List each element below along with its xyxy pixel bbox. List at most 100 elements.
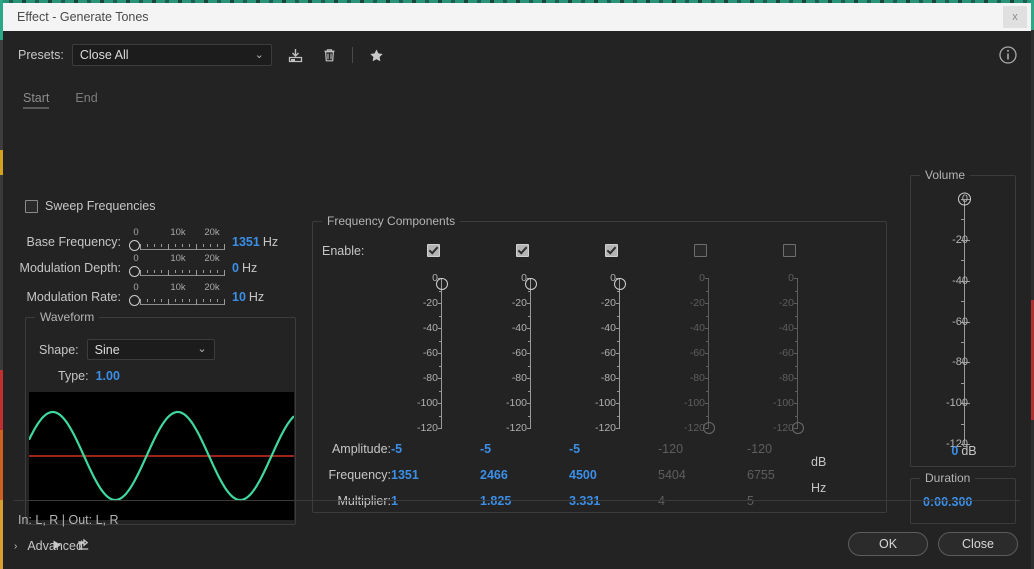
volume-value[interactable]: 0 bbox=[951, 444, 958, 458]
slider-tick-label: 0 bbox=[133, 282, 139, 293]
play-icon[interactable] bbox=[44, 535, 70, 555]
value-row-label: Frequency: bbox=[328, 468, 391, 482]
transport-controls bbox=[44, 535, 96, 555]
value-cell-amplitude[interactable]: -5 bbox=[480, 442, 491, 456]
close-button[interactable]: Close bbox=[938, 532, 1018, 556]
slider-tick-label: -60 bbox=[422, 347, 438, 359]
info-icon[interactable] bbox=[998, 45, 1018, 65]
frequency-component-amplitude-slider[interactable]: 0 -20 -40 -60 -80 -100 -120 bbox=[747, 270, 833, 434]
slider-minor-tick bbox=[706, 390, 709, 392]
slider-minor-tick bbox=[528, 340, 531, 342]
slider-tick bbox=[527, 428, 531, 429]
slider-value-number[interactable]: 1351 bbox=[232, 235, 260, 249]
save-preset-icon[interactable] bbox=[286, 45, 306, 65]
duration-group: Duration 0:00.300 bbox=[910, 471, 1016, 524]
value-cell-frequency[interactable]: 2466 bbox=[480, 468, 508, 482]
ok-button[interactable]: OK bbox=[848, 532, 928, 556]
slider-value-number[interactable]: 0 bbox=[232, 261, 239, 275]
slider-tick-label: -60 bbox=[600, 347, 616, 359]
slider-track[interactable]: 0 10k 20k bbox=[128, 227, 225, 253]
delete-preset-icon[interactable] bbox=[320, 45, 340, 65]
volume-group-title: Volume bbox=[920, 168, 971, 182]
frequency-component-enable-checkbox[interactable] bbox=[516, 244, 529, 257]
enable-label: Enable: bbox=[322, 244, 365, 258]
favorite-star-icon[interactable] bbox=[367, 45, 387, 65]
value-cell-multiplier[interactable]: 1.825 bbox=[480, 494, 511, 508]
slider-tick bbox=[705, 378, 709, 379]
slider-handle[interactable] bbox=[129, 295, 140, 306]
value-cell-frequency[interactable]: 5404 bbox=[658, 468, 686, 482]
slider-track[interactable]: 0 10k 20k bbox=[128, 282, 225, 308]
slider-tick-label: -20 bbox=[689, 297, 705, 309]
slider-tick-label: -40 bbox=[600, 322, 616, 334]
shape-dropdown[interactable]: Sine ⌄ bbox=[86, 339, 215, 360]
frequency-component-amplitude-slider[interactable]: 0 -20 -40 -60 -80 -100 -120 bbox=[391, 270, 477, 434]
slider-tick-label: -100 bbox=[505, 397, 527, 409]
slider-handle[interactable] bbox=[524, 278, 537, 291]
slider-tick-label: 10k bbox=[170, 227, 186, 238]
tab-start[interactable]: Start bbox=[23, 91, 50, 109]
frequency-component-enable-checkbox[interactable] bbox=[605, 244, 618, 257]
presets-label: Presets: bbox=[18, 48, 64, 62]
value-cell-multiplier[interactable]: 1 bbox=[391, 494, 398, 508]
start-end-tabs: Start End bbox=[23, 91, 124, 109]
slider-tick-label: -80 bbox=[600, 372, 616, 384]
slider-handle[interactable] bbox=[129, 240, 140, 251]
value-cell-multiplier[interactable]: 3.331 bbox=[569, 494, 600, 508]
loop-export-icon[interactable] bbox=[70, 535, 96, 555]
sweep-frequencies-checkbox[interactable] bbox=[25, 199, 38, 213]
value-cell-frequency[interactable]: 6755 bbox=[747, 468, 775, 482]
slider-handle[interactable] bbox=[702, 422, 715, 434]
frequency-component-enable-checkbox[interactable] bbox=[427, 244, 440, 257]
slider-row-0: Base Frequency: 0 10k 20k 1351 Hz bbox=[0, 227, 306, 253]
frequency-component-amplitude-slider[interactable]: 0 -20 -40 -60 -80 -100 -120 bbox=[569, 270, 655, 434]
slider-tick bbox=[616, 328, 620, 329]
sweep-frequencies-row[interactable]: Sweep Frequencies bbox=[25, 199, 155, 213]
slider-track[interactable]: 0 10k 20k bbox=[128, 253, 225, 279]
slider-tick-label: -100 bbox=[772, 397, 794, 409]
shape-row: Shape: Sine ⌄ bbox=[39, 339, 215, 360]
type-value[interactable]: 1.00 bbox=[96, 369, 120, 383]
value-cell-amplitude[interactable]: -120 bbox=[747, 442, 772, 456]
value-cell-multiplier[interactable]: 5 bbox=[747, 494, 754, 508]
slider-minor-tick bbox=[795, 365, 798, 367]
frequency-component-enable-checkbox[interactable] bbox=[694, 244, 707, 257]
volume-unit: dB bbox=[961, 444, 977, 458]
duration-value[interactable]: 0:00.300 bbox=[923, 495, 972, 509]
volume-slider-handle[interactable] bbox=[958, 192, 971, 206]
value-cell-amplitude[interactable]: -5 bbox=[391, 442, 402, 456]
shape-selected-value: Sine bbox=[94, 342, 120, 357]
slider-tick-label: 20k bbox=[204, 282, 220, 293]
value-cell-frequency[interactable]: 1351 bbox=[391, 468, 419, 482]
shape-label: Shape: bbox=[39, 342, 79, 357]
slider-tick bbox=[794, 403, 798, 404]
value-cell-frequency[interactable]: 4500 bbox=[569, 468, 597, 482]
frequency-component-amplitude-slider[interactable]: 0 -20 -40 -60 -80 -100 -120 bbox=[658, 270, 744, 434]
slider-tick-label: 0 bbox=[699, 272, 705, 284]
slider-tick-label: 20k bbox=[204, 253, 220, 264]
chevron-down-icon: ⌄ bbox=[197, 343, 207, 355]
slider-tick bbox=[527, 403, 531, 404]
slider-minor-tick bbox=[528, 290, 531, 292]
value-cell-amplitude[interactable]: -5 bbox=[569, 442, 580, 456]
slider-handle[interactable] bbox=[435, 278, 448, 291]
slider-tick-label: -80 bbox=[422, 372, 438, 384]
slider-handle[interactable] bbox=[791, 422, 804, 434]
slider-tick-label: 0 bbox=[133, 227, 139, 238]
slider-tick bbox=[705, 328, 709, 329]
volume-slider-minor-tick bbox=[961, 423, 965, 425]
slider-minor-tick bbox=[439, 340, 442, 342]
preset-dropdown[interactable]: Close All ⌄ bbox=[71, 44, 272, 66]
slider-tick-labels: 0 10k 20k bbox=[128, 282, 225, 293]
frequency-component-amplitude-slider[interactable]: 0 -20 -40 -60 -80 -100 -120 bbox=[480, 270, 566, 434]
value-cell-amplitude[interactable]: -120 bbox=[658, 442, 683, 456]
volume-slider-minor-tick bbox=[961, 219, 965, 221]
value-cell-multiplier[interactable]: 4 bbox=[658, 494, 665, 508]
frequency-component-enable-checkbox[interactable] bbox=[783, 244, 796, 257]
slider-value-number[interactable]: 10 bbox=[232, 290, 246, 304]
slider-handle[interactable] bbox=[613, 278, 626, 291]
tab-end[interactable]: End bbox=[75, 91, 97, 109]
window-close-button[interactable]: x bbox=[1003, 6, 1027, 28]
slider-minor-tick bbox=[439, 390, 442, 392]
slider-handle[interactable] bbox=[129, 266, 140, 277]
